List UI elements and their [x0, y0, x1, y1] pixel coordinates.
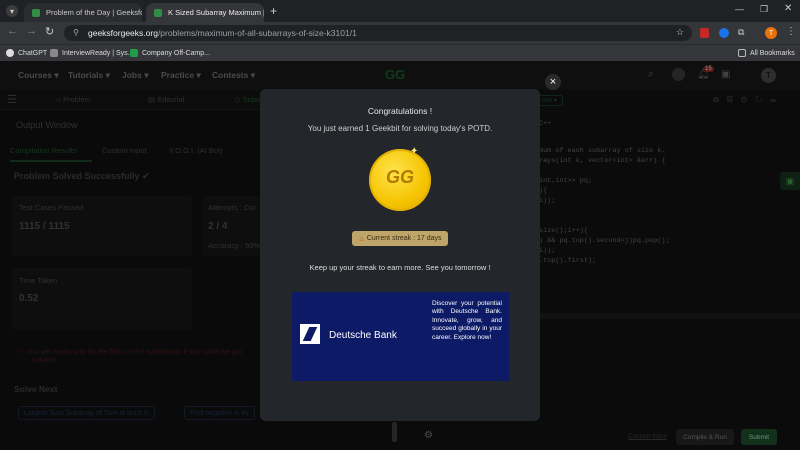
bookmark-label: InterviewReady | Sys...: [62, 49, 134, 57]
deutsche-bank-logo-icon: [300, 324, 320, 344]
gfg-favicon-icon: [154, 8, 162, 17]
tab-title: K Sized Subarray Maximum | P: [168, 8, 264, 17]
modal-footer-text: Keep up your streak to earn more. See yo…: [309, 263, 491, 272]
bookmark-label: Company Off-Camp...: [142, 49, 210, 57]
extensions-puzzle-icon[interactable]: ⧉: [738, 27, 744, 38]
interviewready-icon: [50, 49, 58, 57]
window-close-icon[interactable]: ✕: [784, 3, 792, 14]
gfg-favicon-icon: [32, 8, 40, 17]
tab-k-sized-subarray[interactable]: K Sized Subarray Maximum | P ×: [146, 3, 264, 22]
sparkle-icon: ✦: [410, 146, 419, 157]
browser-tab-bar: ▾ Problem of the Day | GeeksforG × K Siz…: [0, 0, 800, 22]
site-info-icon[interactable]: ⚲: [73, 28, 79, 37]
new-tab-icon[interactable]: +: [270, 4, 277, 18]
geekbit-coin-icon: GG ✦: [369, 146, 431, 211]
fire-icon: ♨: [358, 235, 365, 243]
modal-close-button[interactable]: ×: [545, 74, 561, 90]
back-icon[interactable]: ←: [7, 25, 18, 37]
tab-title: Problem of the Day | GeeksforG: [46, 8, 142, 17]
bookmark-star-icon[interactable]: ☆: [676, 27, 684, 38]
forward-icon[interactable]: →: [26, 25, 37, 37]
ad-text: Discover your potential with Deutsche Ba…: [432, 300, 502, 341]
coin-glyph: GG: [385, 167, 414, 187]
bookmark-company-offcamp[interactable]: Company Off-Camp...: [130, 46, 210, 60]
modal-title: Congratulations !: [367, 106, 433, 116]
profile-avatar[interactable]: T: [765, 27, 777, 39]
bookmark-chatgpt[interactable]: ChatGPT: [6, 46, 47, 60]
url-path: /problems/maximum-of-all-subarrays-of-si…: [157, 28, 357, 38]
menu-kebab-icon[interactable]: ⋮: [786, 26, 796, 37]
extension-icon[interactable]: [719, 28, 729, 38]
restore-icon[interactable]: ❐: [760, 4, 768, 15]
reload-icon[interactable]: ↻: [45, 25, 54, 38]
all-bookmarks[interactable]: All Bookmarks: [738, 46, 795, 60]
minimize-icon[interactable]: —: [735, 4, 744, 14]
ad-brand-name: Deutsche Bank: [329, 330, 397, 341]
bookmark-label: ChatGPT: [18, 49, 48, 57]
modal-subtitle: You just earned 1 Geekbit for solving to…: [307, 124, 493, 133]
url-bar[interactable]: ⚲ geeksforgeeks.org/problems/maximum-of-…: [64, 25, 692, 41]
tab-search-icon[interactable]: ▾: [6, 5, 18, 17]
extension-icon[interactable]: [700, 28, 709, 38]
streak-text: Current streak : 17 days: [366, 235, 442, 242]
url-host: geeksforgeeks.org: [88, 28, 158, 38]
bookmark-interviewready[interactable]: InterviewReady | Sys...: [50, 46, 133, 60]
all-bookmarks-label: All Bookmarks: [750, 49, 795, 57]
tab-problem-of-the-day[interactable]: Problem of the Day | GeeksforG ×: [24, 3, 142, 22]
streak-badge: ♨ Current streak : 17 days: [352, 231, 448, 246]
chatgpt-icon: [6, 49, 14, 57]
folder-icon: [738, 49, 746, 57]
sheets-icon: [130, 49, 138, 57]
